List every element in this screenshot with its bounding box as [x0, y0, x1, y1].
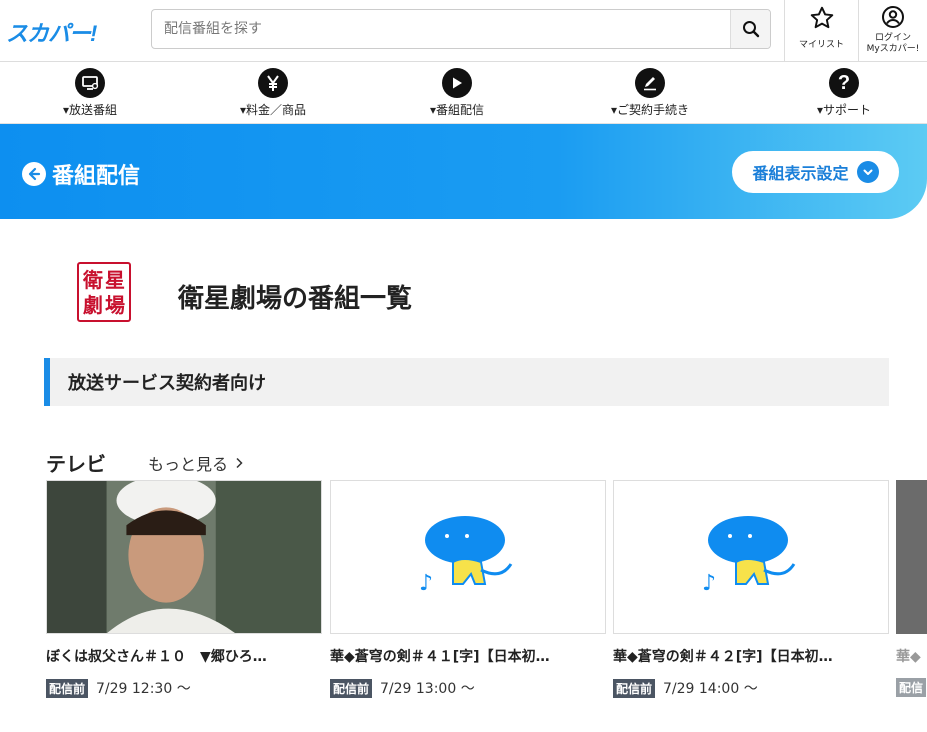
mysukapa-label: Myスカパー!	[866, 44, 920, 54]
program-thumbnail[interactable]	[896, 480, 927, 634]
chevron-down-icon	[856, 161, 879, 183]
mascot-icon: ♪	[702, 516, 796, 596]
question-icon: ?	[829, 68, 859, 98]
more-link-label: もっと見る	[148, 455, 229, 474]
program-thumbnail[interactable]	[46, 480, 322, 634]
tv-icon	[75, 68, 105, 98]
main-nav: ▾放送番組 ▾料金／商品 ▾番組配信 ▾ご契約手続き ? ▾サポート	[0, 62, 927, 124]
program-card[interactable]: ♪ 華◆蒼穹の剣＃４２[字]【日本初… 配信前 7/29 14:00 〜	[613, 480, 889, 698]
mylist-button[interactable]: マイリスト	[784, 0, 858, 61]
channel-logo-char: 場	[105, 292, 125, 317]
section-title: 放送サービス契約者向け	[68, 373, 266, 394]
pen-icon	[635, 68, 665, 98]
user-icon	[882, 6, 904, 28]
banner-title: 番組配信	[22, 158, 140, 190]
page-banner: 番組配信 番組表示設定	[0, 124, 927, 219]
program-card[interactable]: ぼくは叔父さん＃１０ ▼郷ひろ… 配信前 7/29 12:30 〜	[46, 480, 322, 698]
yen-icon	[258, 68, 288, 98]
site-logo[interactable]: スカパー!	[6, 16, 97, 48]
mascot-icon: ♪	[419, 516, 513, 596]
search-icon	[742, 21, 759, 38]
channel-title: 衛星劇場の番組一覧	[178, 284, 413, 314]
back-arrow-icon[interactable]	[22, 162, 46, 186]
channel-logo-char: 劇	[83, 292, 103, 317]
mylist-label: マイリスト	[798, 40, 844, 50]
chevron-right-icon	[236, 457, 243, 469]
search-button[interactable]	[730, 10, 770, 48]
program-card[interactable]: 華◆ 配信	[896, 480, 927, 697]
program-time: 7/29 12:30 〜	[96, 681, 191, 697]
program-time: 7/29 13:00 〜	[380, 681, 475, 697]
display-settings-label: 番組表示設定	[752, 164, 849, 183]
svg-text:♪: ♪	[702, 571, 716, 596]
nav-label: ▾料金／商品	[239, 103, 307, 117]
channel-logo-char: 衛	[83, 267, 103, 292]
svg-text:♪: ♪	[419, 571, 433, 596]
program-photo-image	[47, 481, 321, 633]
program-card[interactable]: ♪ 華◆蒼穹の剣＃４１[字]【日本初… 配信前 7/29 13:00 〜	[330, 480, 606, 698]
program-title: 華◆蒼穹の剣＃４２[字]【日本初…	[613, 649, 833, 665]
program-title: ぼくは叔父さん＃１０ ▼郷ひろ…	[46, 649, 267, 665]
program-meta: 配信前 7/29 13:00 〜	[330, 678, 606, 698]
program-meta: 配信前 7/29 12:30 〜	[46, 678, 322, 698]
status-badge: 配信	[896, 678, 927, 697]
program-thumbnail[interactable]: ♪	[330, 480, 606, 634]
nav-label: ▾番組配信	[429, 103, 485, 117]
section-header: 放送サービス契約者向け	[44, 358, 889, 406]
page-title: 番組配信	[52, 164, 141, 189]
channel-logo: 衛 星 劇 場	[77, 262, 131, 322]
program-time: 7/29 14:00 〜	[663, 681, 758, 697]
tv-heading: テレビ	[46, 452, 106, 476]
site-header: スカパー! マイリスト ログイン Myスカパー!	[0, 0, 927, 62]
nav-label: ▾放送番組	[62, 103, 118, 117]
nav-label: ▾サポート	[816, 103, 872, 117]
play-icon	[442, 68, 472, 98]
program-thumbnail[interactable]: ♪	[613, 480, 889, 634]
channel-logo-char: 星	[105, 267, 125, 292]
status-badge: 配信前	[613, 678, 656, 698]
search-input[interactable]	[152, 10, 730, 48]
more-link[interactable]: もっと見る	[148, 451, 246, 475]
display-settings-button[interactable]: 番組表示設定	[732, 151, 899, 193]
star-icon	[810, 6, 833, 29]
program-title: 華◆蒼穹の剣＃４１[字]【日本初…	[330, 649, 550, 665]
nav-label: ▾ご契約手続き	[610, 103, 690, 117]
program-meta: 配信	[896, 678, 927, 697]
status-badge: 配信前	[330, 678, 373, 698]
login-button[interactable]: ログイン Myスカパー!	[858, 0, 927, 61]
program-meta: 配信前 7/29 14:00 〜	[613, 678, 889, 698]
nav-item-pricing[interactable]: ▾料金／商品	[213, 68, 333, 118]
program-title: 華◆	[896, 649, 921, 665]
nav-item-streaming[interactable]: ▾番組配信	[397, 68, 517, 118]
status-badge: 配信前	[46, 678, 89, 698]
nav-item-broadcast[interactable]: ▾放送番組	[30, 68, 150, 118]
search-box	[151, 9, 771, 49]
nav-item-contract[interactable]: ▾ご契約手続き	[590, 68, 710, 118]
login-label: ログイン	[874, 33, 911, 43]
nav-item-support[interactable]: ? ▾サポート	[784, 68, 904, 118]
